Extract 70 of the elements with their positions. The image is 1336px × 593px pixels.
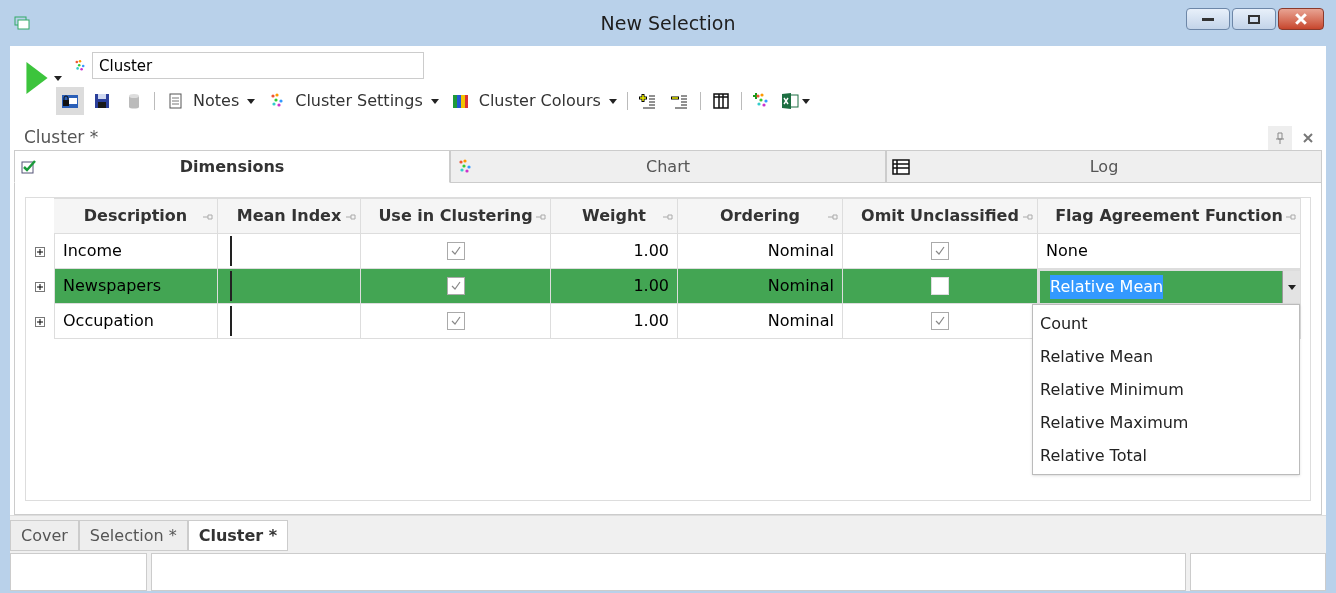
- expand-icon[interactable]: [35, 281, 45, 292]
- checkbox[interactable]: [446, 312, 465, 330]
- pin-icon: [1286, 214, 1296, 220]
- caret-icon: [608, 98, 617, 104]
- checkmark-icon: [449, 245, 462, 257]
- window-title: New Selection: [600, 10, 736, 36]
- column-header[interactable]: Mean Index: [218, 198, 361, 234]
- checkbox[interactable]: [931, 242, 949, 260]
- column-header[interactable]: Flag Agreement Function: [1038, 198, 1301, 234]
- column-header[interactable]: Omit Unclassified: [843, 198, 1038, 234]
- run-icon[interactable]: [24, 60, 50, 96]
- name-field[interactable]: Cluster: [92, 52, 424, 79]
- dropdown-option[interactable]: Relative Total: [1033, 439, 1299, 472]
- dropdown-button[interactable]: [1282, 271, 1300, 303]
- maximize-button[interactable]: [1232, 8, 1276, 30]
- toolbar-menu-button[interactable]: Notes: [161, 87, 260, 115]
- pin-icon: [536, 214, 546, 220]
- selected-text: Relative Mean: [1050, 275, 1164, 299]
- dropdown-option[interactable]: Count: [1033, 307, 1299, 340]
- add-row-icon: [637, 91, 658, 111]
- tab[interactable]: Dimensions: [14, 150, 450, 183]
- caret-icon: [1287, 284, 1296, 290]
- pin-icon: [1275, 132, 1285, 144]
- column-header[interactable]: Weight: [551, 198, 678, 234]
- document-title: Cluster *: [24, 126, 99, 150]
- tab[interactable]: Chart: [450, 150, 886, 183]
- sheet-tab[interactable]: Cover: [10, 520, 79, 551]
- save-icon: [92, 91, 112, 111]
- pin-icon: [1023, 214, 1033, 220]
- close-icon: [1303, 133, 1313, 143]
- expand-icon[interactable]: [35, 316, 45, 327]
- checkbox[interactable]: [446, 242, 465, 260]
- checkmark-icon: [934, 315, 946, 327]
- column-header[interactable]: Use in Clustering: [361, 198, 551, 234]
- pin-icon: [663, 214, 673, 220]
- caret-icon: [54, 76, 62, 81]
- checkmark-icon: [934, 245, 946, 257]
- window-icon: [14, 16, 30, 30]
- caret-icon: [247, 98, 256, 104]
- table-cell: 1.00: [551, 304, 678, 339]
- pin-icon: [203, 214, 213, 220]
- close-icon: [1295, 13, 1307, 25]
- caret-icon: [801, 98, 810, 104]
- close-button[interactable]: [1278, 8, 1324, 30]
- column-header[interactable]: Description: [54, 198, 218, 234]
- checkmark-icon: [449, 315, 462, 327]
- toolbar-menu-button[interactable]: Cluster Settings: [263, 87, 443, 115]
- minimize-button[interactable]: [1186, 8, 1230, 30]
- checkmark-icon: [449, 280, 462, 292]
- dropdown-option[interactable]: Relative Mean: [1033, 340, 1299, 373]
- table-cell: None: [1038, 234, 1301, 269]
- dropdown-option[interactable]: Relative Minimum: [1033, 373, 1299, 406]
- toolbar-button[interactable]: [56, 87, 84, 115]
- checkbox[interactable]: [446, 277, 465, 295]
- sheet-tab[interactable]: Cluster *: [187, 520, 289, 551]
- column-header[interactable]: Ordering: [678, 198, 843, 234]
- pin-icon: [346, 214, 356, 220]
- toolbar-menu-button[interactable]: Cluster Colours: [446, 87, 621, 115]
- dropdown-option[interactable]: Relative Maximum: [1033, 406, 1299, 439]
- columns-icon: [710, 91, 731, 111]
- pin-icon: [828, 214, 838, 220]
- table-cell: Occupation: [54, 304, 218, 339]
- sheet-tab[interactable]: Selection *: [78, 520, 188, 551]
- table-cell: Nominal: [678, 304, 843, 339]
- list-icon: [891, 157, 911, 177]
- expand-icon[interactable]: [35, 246, 45, 257]
- caret-icon: [430, 98, 439, 104]
- tab[interactable]: Log: [886, 150, 1322, 183]
- spreadsheet-icon: [779, 91, 800, 111]
- checkbox[interactable]: [931, 312, 949, 330]
